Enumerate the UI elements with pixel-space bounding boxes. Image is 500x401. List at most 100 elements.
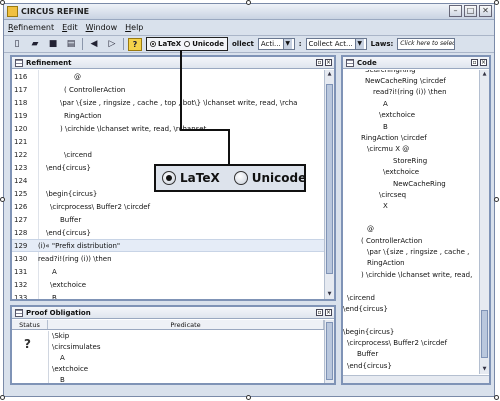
code-line[interactable]: \circend	[343, 292, 479, 303]
proof-panel-header: Proof Obligation ▫ ×	[12, 307, 334, 319]
code-line[interactable]: \circmu X @	[343, 144, 479, 155]
code-line[interactable]: X	[343, 201, 479, 212]
code-line[interactable]: 129 (i)« "Prefix distribution"	[12, 239, 324, 252]
code-line[interactable]: NewCacheRing	[343, 178, 479, 189]
new-file-icon[interactable]: ▯	[10, 38, 24, 51]
code-line[interactable]: 116 @	[12, 70, 324, 83]
help-icon[interactable]: ?	[128, 37, 142, 51]
code-line[interactable]	[343, 280, 479, 291]
code-line[interactable]	[343, 212, 479, 223]
code-line[interactable]: \circprocess\ Buffer2 \circdef	[343, 337, 479, 348]
panel-float-icon[interactable]: ▫	[471, 59, 478, 66]
line-text: SearchingRing	[343, 70, 416, 74]
code-line[interactable]: Buffer	[343, 349, 479, 360]
proof-panel-title: Proof Obligation	[26, 308, 91, 317]
forward-arrow-icon[interactable]: ▷	[105, 38, 119, 51]
code-scrollbar[interactable]: ▲ ▼	[479, 70, 489, 374]
predicate-column-header[interactable]: Predicate	[48, 320, 324, 329]
latex-radio-label: LaTeX	[158, 40, 182, 48]
code-line[interactable]: NewCacheRing \circdef	[343, 75, 479, 86]
scroll-up-icon[interactable]: ▲	[325, 70, 334, 79]
code-line[interactable]: read?i!(ring (i)) \then	[343, 87, 479, 98]
close-button[interactable]: ✕	[479, 5, 492, 17]
code-line[interactable]: \begin{circus}	[343, 326, 479, 337]
code-line[interactable]: 121	[12, 135, 324, 148]
selection-handle	[246, 0, 251, 5]
code-line[interactable]: \extchoice	[343, 110, 479, 121]
code-line[interactable]: 117 ( ControllerAction	[12, 83, 324, 96]
code-line[interactable]: \end{circus}	[343, 303, 479, 314]
code-horizontal-scrollbar[interactable]	[343, 375, 489, 383]
code-line[interactable]: 133 B	[12, 291, 324, 300]
code-line[interactable]: A	[343, 98, 479, 109]
panel-close-icon[interactable]: ×	[480, 59, 487, 66]
code-line[interactable]: 120) \circhide \lchanset write, read, \r…	[12, 122, 324, 135]
code-line[interactable]: StoreRing	[343, 155, 479, 166]
code-line[interactable]: \end{circus}	[343, 360, 479, 371]
collect-action-select[interactable]: Collect Act... ▼	[305, 38, 367, 50]
code-line[interactable]: RingAction \circdef	[343, 132, 479, 143]
scroll-thumb[interactable]	[326, 322, 333, 380]
open-folder-icon[interactable]: ▰	[28, 38, 42, 51]
callout-connector-line	[228, 129, 230, 164]
code-line[interactable]: 130 read?i!(ring (i)) \then	[12, 252, 324, 265]
line-number: 131	[14, 267, 28, 276]
panel-close-icon[interactable]: ×	[325, 309, 332, 316]
menu-edit[interactable]: Edit	[62, 23, 78, 32]
maximize-button[interactable]: □	[464, 5, 477, 17]
unicode-radio[interactable]: Unicode	[184, 40, 224, 48]
code-line[interactable]: 132 \extchoice	[12, 278, 324, 291]
line-text: \end{circus}	[46, 163, 91, 172]
action-select[interactable]: Acti... ▼	[257, 38, 295, 50]
code-line[interactable]: ( ControllerAction	[343, 235, 479, 246]
scroll-thumb[interactable]	[326, 84, 333, 274]
proof-scrollbar[interactable]	[324, 320, 334, 383]
collect-action-select-value: Collect Act...	[308, 40, 353, 48]
save-icon[interactable]: ■	[46, 38, 60, 51]
code-line[interactable]: 131 A	[12, 265, 324, 278]
code-line[interactable]: B	[343, 121, 479, 132]
line-text: ( ControllerAction	[64, 85, 126, 94]
code-line[interactable]: 118 \par \{size , ringsize , cache , top …	[12, 96, 324, 109]
panel-close-icon[interactable]: ×	[325, 59, 332, 66]
proof-table-body[interactable]: \Skip \circsimulates A \extchoice B	[12, 331, 324, 384]
code-line[interactable]: \par \{size , ringsize , cache ,	[343, 246, 479, 257]
selection-handle	[0, 197, 5, 202]
laws-input[interactable]: Click here to select	[397, 38, 456, 50]
panel-float-icon[interactable]: ▫	[316, 59, 323, 66]
scroll-down-icon[interactable]: ▼	[325, 290, 334, 299]
scroll-thumb[interactable]	[481, 310, 488, 358]
code-line[interactable]: RingAction	[343, 258, 479, 269]
predicate-line: B	[60, 376, 65, 384]
back-arrow-icon[interactable]: ◀	[87, 38, 101, 51]
code-line[interactable]: 122 \circend	[12, 148, 324, 161]
unicode-radio-label: Unicode	[192, 40, 224, 48]
code-line[interactable]	[343, 315, 479, 326]
menu-window[interactable]: Window	[86, 23, 118, 32]
selection-handle	[494, 395, 499, 400]
status-column-header[interactable]: Status	[12, 320, 48, 329]
scroll-up-icon[interactable]: ▲	[480, 70, 489, 79]
latex-radio[interactable]: LaTeX	[150, 40, 181, 48]
code-line[interactable]: \extchoice	[343, 167, 479, 178]
callout-connector-line	[180, 50, 182, 130]
code-line[interactable]: 119 RingAction	[12, 109, 324, 122]
code-line[interactable]: \circseq	[343, 189, 479, 200]
scroll-down-icon[interactable]: ▼	[480, 365, 489, 374]
line-number: 121	[14, 137, 28, 146]
code-viewer[interactable]: SearchingRing NewCacheRing \circdef read?i…	[343, 70, 479, 374]
print-icon[interactable]: ▤	[64, 38, 78, 51]
menu-help[interactable]: Help	[125, 23, 143, 32]
panel-float-icon[interactable]: ▫	[316, 309, 323, 316]
menu-refinement[interactable]: Refinement	[8, 23, 54, 32]
app-icon	[7, 6, 18, 17]
minimize-button[interactable]: –	[449, 5, 462, 17]
code-line[interactable]: ) \circhide \lchanset write, read,	[343, 269, 479, 280]
refinement-scrollbar[interactable]: ▲ ▼	[324, 70, 334, 299]
code-line[interactable]: 127 Buffer	[12, 213, 324, 226]
code-line[interactable]: 126 \circprocess\ Buffer2 \circdef	[12, 200, 324, 213]
code-line[interactable]: 128 \end{circus}	[12, 226, 324, 239]
line-text: \extchoice	[383, 168, 420, 177]
line-number: 127	[14, 215, 28, 224]
code-line[interactable]: @	[343, 223, 479, 234]
